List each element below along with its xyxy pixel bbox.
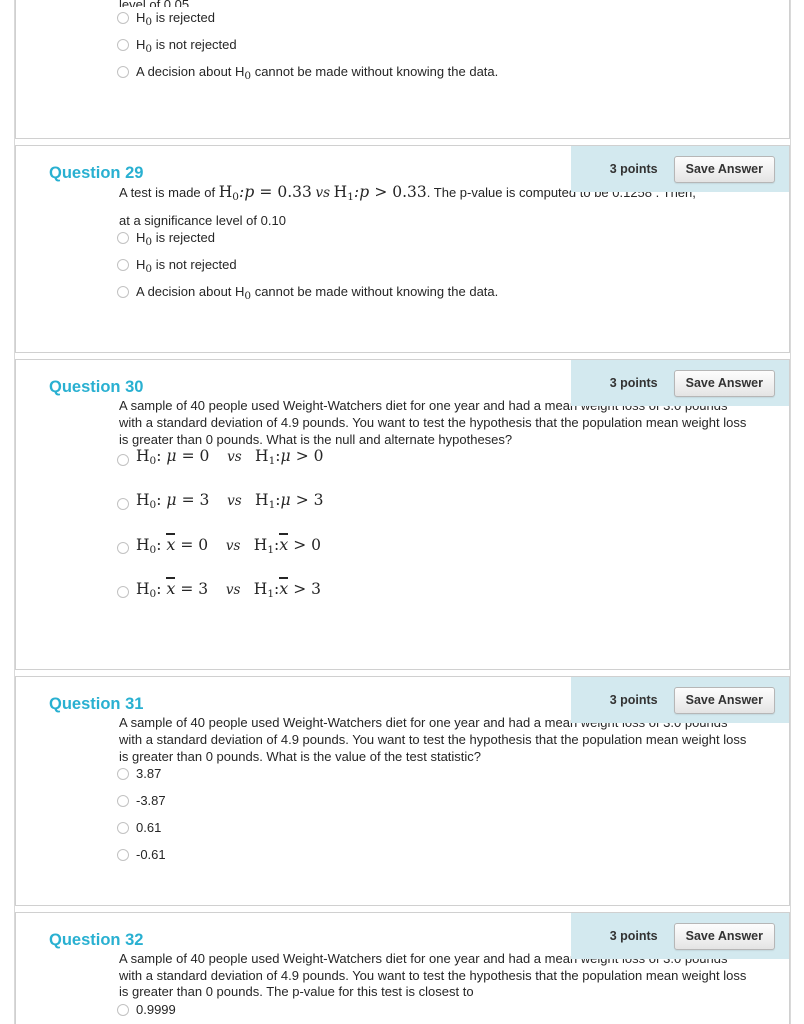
question-partial-stem-clipped: level of 0.05	[16, 0, 789, 7]
radio-icon[interactable]	[117, 498, 129, 511]
option-row[interactable]: H0: x = 3 vs H1:x > 3	[117, 577, 789, 624]
question-card-32: 3 points Save Answer Question 32 A sampl…	[15, 912, 790, 1024]
alt-hypothesis-expression: H1:p > 0.33	[333, 183, 427, 204]
radio-icon[interactable]	[117, 1004, 129, 1017]
option-row[interactable]: A decision about H0 cannot be made witho…	[117, 285, 789, 312]
radio-icon[interactable]	[117, 795, 129, 808]
option-label: H0: μ = 0 vs H1:μ > 0	[136, 447, 324, 468]
option-label: 0.9999	[136, 1002, 176, 1018]
card-bottom-spacer	[16, 624, 789, 669]
stem-prefix: A test is made of	[119, 185, 219, 201]
option-row[interactable]: H0 is rejected	[117, 11, 789, 38]
points-banner: 3 points Save Answer	[571, 913, 789, 960]
option-label: H0 is not rejected	[136, 257, 237, 276]
radio-icon[interactable]	[117, 259, 129, 272]
question-card-29: 3 points Save Answer Question 29 A test …	[15, 145, 790, 354]
radio-icon[interactable]	[117, 232, 129, 245]
options-32: 0.9999 0.7291 0.2709 0.0001	[16, 1001, 789, 1024]
radio-icon[interactable]	[117, 39, 129, 51]
option-label: -0.61	[136, 847, 166, 863]
card-bottom-spacer	[16, 312, 789, 352]
options-partial: H0 is rejected H0 is not rejected A deci…	[16, 10, 789, 92]
option-label: A decision about H0 cannot be made witho…	[136, 284, 499, 303]
question-card-30: 3 points Save Answer Question 30 A sampl…	[15, 359, 790, 671]
page-border-right	[790, 0, 791, 1024]
option-row[interactable]: 3.87	[117, 767, 789, 794]
null-hypothesis-expression: H0:p = 0.33	[218, 183, 312, 204]
option-row[interactable]: H0: μ = 3 vs H1:μ > 3	[117, 492, 789, 536]
option-label: 0.61	[136, 820, 162, 836]
points-label: 3 points	[609, 693, 658, 708]
save-answer-button[interactable]: Save Answer	[673, 155, 775, 183]
radio-icon[interactable]	[117, 66, 129, 78]
radio-icon[interactable]	[117, 542, 129, 555]
card-bottom-spacer	[16, 92, 789, 138]
options-31: 3.87 -3.87 0.61 -0.61	[16, 765, 789, 875]
points-label: 3 points	[609, 376, 658, 391]
option-row[interactable]: H0 is not rejected	[117, 38, 789, 65]
option-label: H0 is not rejected	[136, 37, 237, 55]
radio-icon[interactable]	[117, 768, 129, 781]
radio-icon[interactable]	[117, 849, 129, 862]
save-answer-button[interactable]: Save Answer	[673, 686, 775, 714]
question-card-partial: level of 0.05 H0 is rejected H0 is not r…	[15, 0, 790, 139]
option-label: 3.87	[136, 766, 162, 782]
option-row[interactable]: H0: x = 0 vs H1:x > 0	[117, 533, 789, 580]
option-label: H0: x = 3 vs H1:x > 3	[136, 577, 321, 601]
radio-icon[interactable]	[117, 822, 129, 835]
option-label: -3.87	[136, 793, 166, 809]
stem-line2: at a significance level of 0.10	[119, 212, 286, 228]
radio-icon[interactable]	[117, 586, 129, 599]
option-label: H0 is rejected	[136, 230, 215, 249]
save-answer-button[interactable]: Save Answer	[673, 922, 775, 950]
radio-icon[interactable]	[117, 454, 129, 467]
option-row[interactable]: A decision about H0 cannot be made witho…	[117, 65, 789, 92]
option-row[interactable]: -3.87	[117, 794, 789, 821]
points-label: 3 points	[609, 162, 658, 176]
options-29: H0 is rejected H0 is not rejected A deci…	[16, 229, 789, 312]
option-row[interactable]: -0.61	[117, 848, 789, 875]
option-row[interactable]: 0.9999	[117, 1003, 789, 1024]
option-row[interactable]: H0 is not rejected	[117, 258, 789, 285]
radio-icon[interactable]	[117, 286, 129, 299]
points-banner: 3 points Save Answer	[571, 677, 789, 724]
save-answer-button[interactable]: Save Answer	[673, 369, 775, 397]
question-list: level of 0.05 H0 is rejected H0 is not r…	[15, 0, 790, 1024]
card-bottom-spacer	[16, 875, 789, 905]
option-row[interactable]: 0.61	[117, 821, 789, 848]
option-label: H0: μ = 3 vs H1:μ > 3	[136, 491, 324, 512]
option-label: H0: x = 0 vs H1:x > 0	[136, 533, 321, 557]
option-row[interactable]: H0 is rejected	[117, 231, 789, 258]
option-label: A decision about H0 cannot be made witho…	[136, 64, 499, 82]
vs-separator: vs	[315, 185, 331, 202]
points-banner: 3 points Save Answer	[571, 146, 789, 192]
option-label: H0 is rejected	[136, 10, 215, 28]
points-banner: 3 points Save Answer	[571, 360, 789, 407]
radio-icon[interactable]	[117, 12, 129, 24]
quiz-page: level of 0.05 H0 is rejected H0 is not r…	[0, 0, 804, 1024]
points-label: 3 points	[609, 929, 658, 944]
options-30: H0: μ = 0 vs H1:μ > 0 H0: μ = 3 vs H1:μ …	[16, 448, 789, 624]
option-row[interactable]: H0: μ = 0 vs H1:μ > 0	[117, 448, 789, 492]
question-card-31: 3 points Save Answer Question 31 A sampl…	[15, 676, 790, 907]
